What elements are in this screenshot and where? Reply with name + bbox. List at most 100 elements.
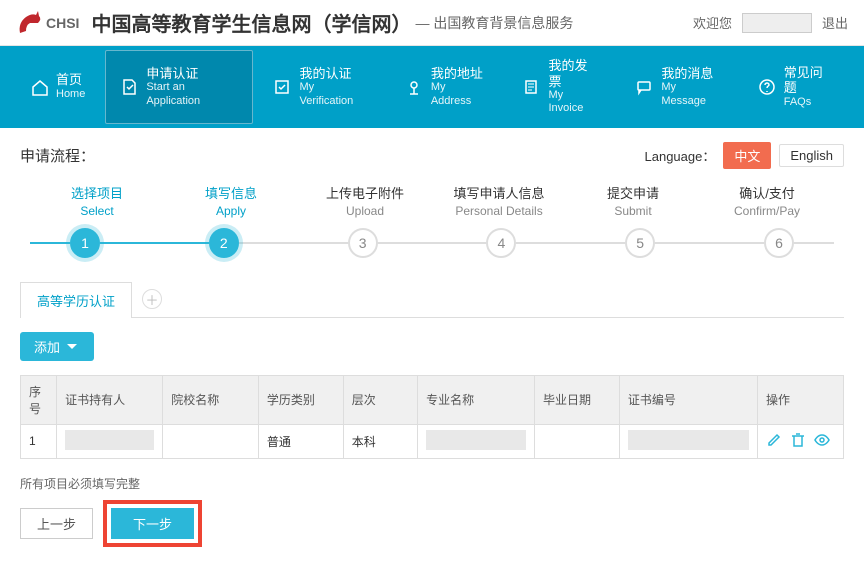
- th-ops: 操作: [757, 375, 843, 424]
- nav-label-cn: 常见问题: [784, 65, 834, 96]
- table-row: 1 普通 本科: [21, 424, 844, 458]
- invoice-icon: [522, 78, 540, 96]
- nav-label-en: Home: [56, 88, 85, 101]
- step-circle-5: 5: [625, 228, 655, 258]
- add-button[interactable]: 添加: [20, 332, 94, 361]
- nav-item-apply[interactable]: 申请认证Start an Application: [105, 50, 253, 124]
- th-idx: 序号: [21, 375, 57, 424]
- step-cn: 选择项目: [30, 183, 164, 202]
- step-label: 提交申请 Submit: [566, 183, 700, 218]
- step-line-segment: [655, 242, 764, 244]
- delete-icon[interactable]: [790, 432, 806, 451]
- nav-item-faq[interactable]: 常见问题FAQs: [740, 46, 852, 128]
- nav-item-home[interactable]: 首页Home: [12, 46, 103, 128]
- steps-labels: 选择项目 Select填写信息Apply上传电子附件Upload填写申请人信息Pe…: [20, 183, 844, 218]
- step-circle-6: 6: [764, 228, 794, 258]
- step-circle-1: 1: [70, 228, 100, 258]
- step-circle-4: 4: [486, 228, 516, 258]
- user-name-box: [742, 13, 812, 33]
- tab-add-wrap: ＋: [132, 285, 172, 313]
- header: CHSI 中国高等教育学生信息网（学信网） — 出国教育背景信息服务 欢迎您 退…: [0, 0, 864, 46]
- flow-title: 申请流程：: [20, 145, 95, 166]
- logo-text: CHSI: [46, 15, 79, 31]
- home-icon: [30, 78, 48, 96]
- step-label: 上传电子附件Upload: [298, 183, 432, 218]
- step-circle-3: 3: [348, 228, 378, 258]
- tab-degree-verification[interactable]: 高等学历认证: [20, 282, 132, 318]
- logout-link[interactable]: 退出: [822, 13, 848, 32]
- nav-label-en: FAQs: [784, 96, 834, 109]
- step-label: 确认/支付Confirm/Pay: [700, 183, 834, 218]
- step-label: 选择项目 Select: [30, 183, 164, 218]
- next-button-highlight: 下一步: [103, 500, 202, 547]
- th-grad: 毕业日期: [534, 375, 619, 424]
- site-title: 中国高等教育学生信息网（学信网）: [91, 8, 411, 37]
- row-actions: [766, 432, 835, 451]
- step-en: Submit: [566, 204, 700, 218]
- step-cn: 确认/支付: [700, 183, 834, 202]
- address-icon: [405, 78, 423, 96]
- th-major: 专业名称: [418, 375, 535, 424]
- cell-type: 普通: [258, 424, 343, 458]
- step-en: Personal Details: [432, 204, 566, 218]
- step-line-segment: [30, 242, 70, 244]
- lang-en-button[interactable]: English: [779, 144, 844, 167]
- nav-label-cn: 首页: [56, 72, 85, 88]
- logo[interactable]: CHSI: [16, 9, 79, 37]
- bird-icon: [16, 9, 42, 37]
- step-circle-2: 2: [209, 228, 239, 258]
- cell-level: 本科: [343, 424, 417, 458]
- nav-label-en: My Message: [661, 81, 721, 107]
- nav-label-cn: 我的发票: [548, 58, 599, 89]
- step-cn: 提交申请: [566, 183, 700, 202]
- step-line-segment: [516, 242, 625, 244]
- cell-major: [426, 430, 526, 450]
- nav-label-en: My Invoice: [548, 89, 599, 115]
- edit-icon[interactable]: [766, 432, 782, 451]
- cell-idx: 1: [21, 424, 57, 458]
- step-cn: 上传电子附件: [298, 183, 432, 202]
- lang-cn-button[interactable]: 中文: [723, 142, 771, 169]
- step-label: 填写申请人信息Personal Details: [432, 183, 566, 218]
- step-line-segment: [239, 242, 348, 244]
- nav-item-message[interactable]: 我的消息My Message: [617, 46, 739, 128]
- verify-icon: [273, 78, 291, 96]
- steps-line: 1 2 3 4 5 6: [30, 228, 834, 258]
- th-holder: 证书持有人: [57, 375, 163, 424]
- main-nav: 首页Home申请认证Start an Application我的认证My Ver…: [0, 46, 864, 128]
- th-level: 层次: [343, 375, 417, 424]
- nav-label-cn: 申请认证: [146, 66, 238, 82]
- prev-button[interactable]: 上一步: [20, 508, 93, 539]
- language-label: Language：: [645, 146, 716, 165]
- add-button-label: 添加: [34, 337, 60, 356]
- flow-header: 申请流程： Language： 中文 English: [20, 142, 844, 169]
- nav-label-en: My Verification: [299, 81, 368, 107]
- th-type: 学历类别: [258, 375, 343, 424]
- cell-cert: [628, 430, 749, 450]
- plus-icon[interactable]: ＋: [142, 289, 162, 309]
- nav-item-address[interactable]: 我的地址My Address: [387, 46, 505, 128]
- step-en: Select: [30, 204, 164, 218]
- faq-icon: [758, 78, 776, 96]
- welcome-label: 欢迎您: [693, 13, 732, 32]
- content: 申请流程： Language： 中文 English 选择项目 Select填写信…: [0, 128, 864, 561]
- nav-item-invoice[interactable]: 我的发票My Invoice: [504, 46, 617, 128]
- nav-label-cn: 我的消息: [661, 66, 721, 82]
- nav-label-en: My Address: [431, 81, 487, 107]
- message-icon: [635, 78, 653, 96]
- button-row: 上一步 下一步: [20, 500, 844, 547]
- step-label: 填写信息Apply: [164, 183, 298, 218]
- th-school: 院校名称: [163, 375, 259, 424]
- cell-school: [163, 424, 259, 458]
- nav-label-cn: 我的地址: [431, 66, 487, 82]
- nav-label-cn: 我的认证: [299, 66, 368, 82]
- step-cn: 填写信息: [164, 183, 298, 202]
- chevron-down-icon: [64, 338, 80, 354]
- tabs: 高等学历认证 ＋: [20, 282, 844, 318]
- step-line-segment: [378, 242, 487, 244]
- nav-item-verify[interactable]: 我的认证My Verification: [255, 46, 386, 128]
- view-icon[interactable]: [814, 432, 830, 451]
- next-button[interactable]: 下一步: [111, 508, 194, 539]
- header-right: 欢迎您 退出: [693, 13, 848, 33]
- step-line-segment: [794, 242, 834, 244]
